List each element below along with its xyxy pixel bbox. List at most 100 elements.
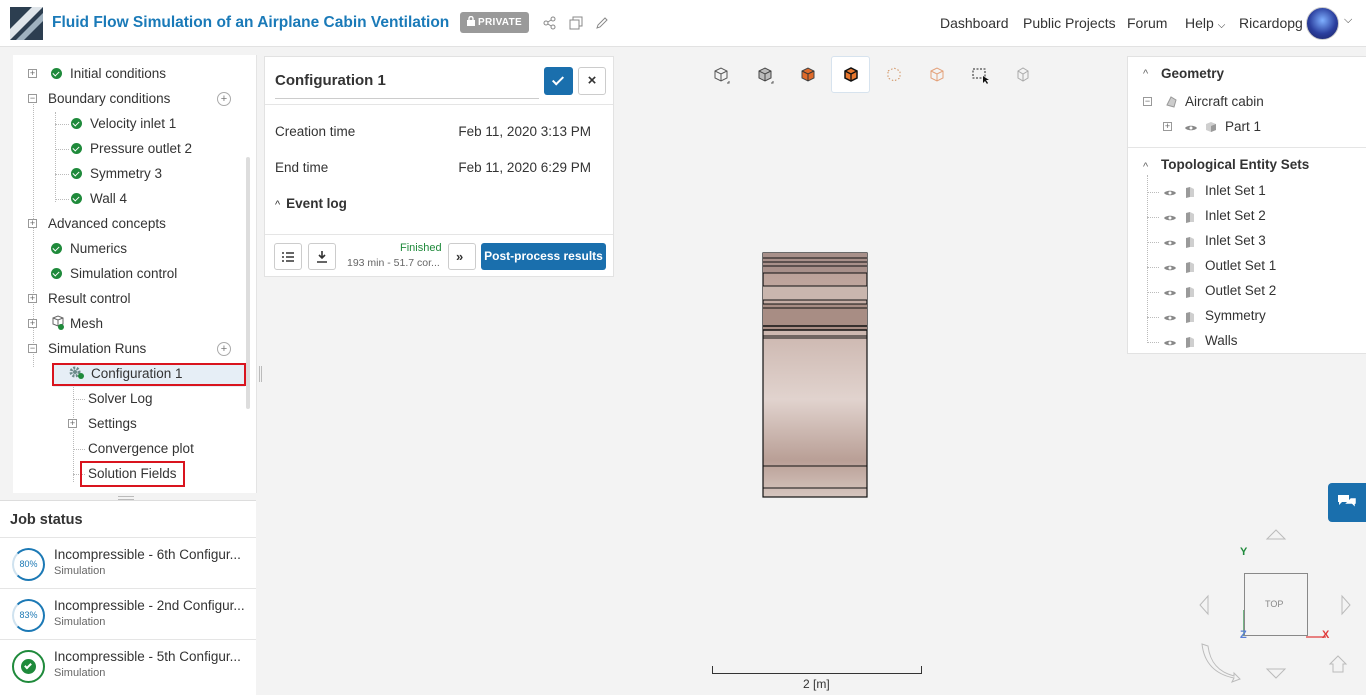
tree-guide <box>1147 267 1159 268</box>
entity-set-icon <box>1186 187 1194 198</box>
solid-view-icon[interactable] <box>754 64 776 86</box>
tree-item-label: Velocity inlet 1 <box>90 116 177 131</box>
download-button[interactable] <box>308 243 336 270</box>
solid-edges-view-icon[interactable] <box>797 64 819 86</box>
tree-item-settings[interactable]: Settings <box>88 411 137 436</box>
tree-guide <box>1147 242 1159 243</box>
eye-icon[interactable] <box>1164 264 1176 272</box>
expand-icon[interactable]: + <box>1163 122 1172 131</box>
eye-icon[interactable] <box>1164 239 1176 247</box>
entity-set-inlet-set-2[interactable]: Inlet Set 2 <box>1147 206 1357 228</box>
entity-set-icon <box>1186 262 1194 273</box>
tree-item-advanced-concepts[interactable]: Advanced concepts <box>48 211 166 236</box>
collapse-icon[interactable]: − <box>28 344 37 353</box>
expand-icon[interactable]: + <box>68 419 77 428</box>
tree-scrollbar[interactable] <box>246 157 250 409</box>
private-badge: PRIVATE <box>460 12 529 33</box>
eye-icon[interactable] <box>1164 214 1176 222</box>
tree-item-result-control[interactable]: Result control <box>48 286 131 311</box>
download-icon <box>317 251 327 263</box>
nav-user[interactable]: Ricardopg <box>1239 15 1303 31</box>
nav-public-projects[interactable]: Public Projects <box>1023 15 1116 31</box>
tree-item-symmetry[interactable]: Symmetry 3 <box>71 161 162 186</box>
confirm-button[interactable] <box>544 67 573 95</box>
expand-icon[interactable]: + <box>28 319 37 328</box>
geometry-cabin[interactable]: Aircraft cabin <box>1185 94 1264 109</box>
hidden-parts-icon[interactable] <box>1012 64 1034 86</box>
tree-item-simulation-runs[interactable]: Simulation Runs <box>48 336 146 361</box>
entity-set-inlet-set-3[interactable]: Inlet Set 3 <box>1147 231 1357 253</box>
tree-item-boundary-conditions[interactable]: Boundary conditions <box>48 86 170 111</box>
tree-item-wall[interactable]: Wall 4 <box>71 186 127 211</box>
eye-icon[interactable] <box>1185 124 1197 132</box>
run-info: 193 min - 51.7 cor... <box>347 257 440 269</box>
tree-item-velocity-inlet[interactable]: Velocity inlet 1 <box>71 111 176 136</box>
geometry-part[interactable]: Part 1 <box>1225 119 1261 134</box>
entity-set-symmetry[interactable]: Symmetry <box>1147 306 1357 328</box>
expand-icon[interactable]: + <box>28 294 37 303</box>
forward-button[interactable]: » <box>448 243 476 270</box>
entity-set-inlet-set-1[interactable]: Inlet Set 1 <box>1147 181 1357 203</box>
entity-set-label: Symmetry <box>1205 308 1266 323</box>
wireframe-view-icon[interactable] <box>710 64 732 86</box>
entity-set-walls[interactable]: Walls <box>1147 331 1357 353</box>
nav-forum[interactable]: Forum <box>1127 15 1167 31</box>
nav-dashboard[interactable]: Dashboard <box>940 15 1009 31</box>
tree-item-label: Initial conditions <box>70 66 167 81</box>
expand-icon[interactable]: + <box>28 69 37 78</box>
caret-up-icon[interactable]: ^ <box>1143 68 1148 80</box>
view-cube-face[interactable]: TOP <box>1244 573 1308 636</box>
view-face-label: TOP <box>1265 599 1284 609</box>
job-item[interactable]: 83% Incompressible - 2nd Configur... Sim… <box>0 588 256 639</box>
entity-set-outlet-set-2[interactable]: Outlet Set 2 <box>1147 281 1357 303</box>
solid-outline-view-icon[interactable] <box>840 64 862 86</box>
tree-item-numerics[interactable]: Numerics <box>51 236 127 261</box>
tree-item-initial-conditions[interactable]: Initial conditions <box>51 61 166 86</box>
check-icon <box>51 268 62 279</box>
box-select-icon[interactable] <box>969 64 991 86</box>
avatar[interactable] <box>1306 7 1339 40</box>
check-icon <box>551 73 565 86</box>
eye-icon[interactable] <box>1164 339 1176 347</box>
panel-resize-handle[interactable] <box>259 366 262 382</box>
job-item[interactable]: 80% Incompressible - 6th Configur... Sim… <box>0 537 256 588</box>
eye-icon[interactable] <box>1164 289 1176 297</box>
nav-help[interactable]: Help ⌵ <box>1185 15 1225 31</box>
entity-set-outlet-set-1[interactable]: Outlet Set 1 <box>1147 256 1357 278</box>
event-log-toggle[interactable]: ^ Event log <box>275 196 347 211</box>
copy-icon[interactable] <box>569 16 583 30</box>
collapse-icon[interactable]: − <box>1143 97 1152 106</box>
list-button[interactable] <box>274 243 302 270</box>
tree-item-simulation-control[interactable]: Simulation control <box>51 261 177 286</box>
transparent-view-icon[interactable] <box>926 64 948 86</box>
configuration-title[interactable]: Configuration 1 <box>275 72 386 89</box>
expand-icon[interactable]: + <box>28 219 37 228</box>
add-boundary-condition-button[interactable]: + <box>217 92 231 106</box>
tree-item-pressure-outlet[interactable]: Pressure outlet 2 <box>71 136 192 161</box>
chat-button[interactable] <box>1328 483 1366 522</box>
simscale-logo[interactable] <box>10 7 43 40</box>
caret-up-icon[interactable]: ^ <box>1143 161 1148 173</box>
job-progress: 80% <box>12 548 45 581</box>
close-button[interactable]: × <box>578 67 606 95</box>
eye-icon[interactable] <box>1164 189 1176 197</box>
points-view-icon[interactable] <box>883 64 905 86</box>
share-icon[interactable] <box>543 16 557 30</box>
part-cube-icon <box>1206 122 1216 132</box>
job-item[interactable]: Incompressible - 5th Configur... Simulat… <box>0 639 256 690</box>
cabin-model[interactable] <box>762 252 868 498</box>
tree-item-solver-log[interactable]: Solver Log <box>88 386 153 411</box>
tree-item-mesh[interactable]: Mesh <box>51 311 103 336</box>
edit-icon[interactable] <box>595 16 609 30</box>
tree-item-convergence-plot[interactable]: Convergence plot <box>88 436 194 461</box>
configuration-panel: Configuration 1 × Creation time Feb 11, … <box>264 56 614 277</box>
eye-icon[interactable] <box>1164 314 1176 322</box>
check-icon <box>71 193 82 204</box>
tree-guide <box>55 174 69 175</box>
tree-item-label: Mesh <box>70 316 104 331</box>
add-run-button[interactable]: + <box>217 342 231 356</box>
post-process-results-button[interactable]: Post-process results <box>481 243 606 270</box>
user-chevron-down-icon[interactable]: ⌵ <box>1344 14 1352 27</box>
collapse-icon[interactable]: − <box>28 94 37 103</box>
tree-item-label: Pressure outlet 2 <box>90 141 193 156</box>
